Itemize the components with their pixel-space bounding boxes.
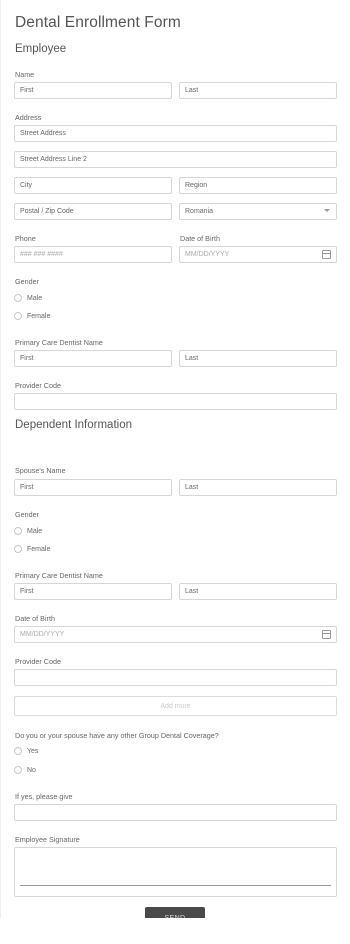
postal-code-input[interactable]: Postal / Zip Code	[14, 203, 172, 220]
radio-button[interactable]	[14, 766, 22, 774]
coverage-option-no[interactable]: No	[14, 765, 36, 775]
employee-dob-input[interactable]: MM/DD/YYYY	[179, 246, 337, 263]
street-address-input[interactable]: Street Address	[14, 125, 337, 142]
country-select-value: Romania	[185, 208, 214, 215]
coverage-option-yes[interactable]: Yes	[14, 746, 38, 756]
bottom-cutoff	[0, 918, 350, 944]
gender-option-female[interactable]: Female	[14, 311, 50, 321]
dependent-gender-label: Gender	[15, 510, 39, 519]
radio-button[interactable]	[14, 294, 22, 302]
page-title: Dental Enrollment Form	[15, 14, 181, 31]
dob-label: Date of Birth	[180, 234, 220, 243]
spouse-last-name-input[interactable]: Last	[179, 479, 337, 496]
dependent-gender-option-female[interactable]: Female	[14, 544, 50, 554]
left-border	[0, 0, 1, 944]
dependent-section-heading: Dependent Information	[15, 419, 132, 431]
dependent-dob-input[interactable]: MM/DD/YYYY	[14, 626, 337, 643]
dentist-name-label: Primary Care Dentist Name	[15, 338, 103, 347]
address-label: Address	[15, 113, 42, 122]
gender-option-male[interactable]: Male	[14, 293, 42, 303]
spouse-first-name-input[interactable]: First	[14, 479, 172, 496]
dependent-provider-code-input[interactable]	[14, 669, 337, 686]
dob-placeholder: MM/DD/YYYY	[185, 251, 230, 258]
radio-button[interactable]	[14, 545, 22, 553]
dependent-dob-placeholder: MM/DD/YYYY	[20, 631, 65, 638]
provider-code-label: Provider Code	[15, 381, 61, 390]
if-yes-input[interactable]	[14, 804, 337, 821]
phone-label: Phone	[15, 234, 36, 243]
dependent-gender-option-male[interactable]: Male	[14, 526, 42, 536]
provider-code-input[interactable]	[14, 393, 337, 410]
employee-section-heading: Employee	[15, 43, 67, 55]
employee-last-name-input[interactable]: Last	[179, 82, 337, 99]
dependent-dentist-label: Primary Care Dentist Name	[15, 571, 103, 580]
city-input[interactable]: City	[14, 177, 172, 194]
calendar-icon[interactable]	[322, 250, 331, 259]
if-yes-label: If yes, please give	[15, 792, 73, 801]
gender-label: Gender	[15, 277, 39, 286]
spouse-name-label: Spouse's Name	[15, 466, 66, 475]
coverage-question-label: Do you or your spouse have any other Gro…	[15, 731, 219, 740]
add-more-button[interactable]: Add more	[14, 696, 337, 716]
radio-button[interactable]	[14, 747, 22, 755]
chevron-down-icon	[324, 209, 330, 212]
dental-enrollment-form: Dental Enrollment Form Employee Name Fir…	[0, 0, 350, 944]
dependent-provider-label: Provider Code	[15, 657, 61, 666]
dependent-dentist-last-input[interactable]: Last	[179, 583, 337, 600]
radio-button[interactable]	[14, 527, 22, 535]
calendar-icon[interactable]	[322, 630, 331, 639]
region-input[interactable]: Region	[179, 177, 337, 194]
street-address-line2-input[interactable]: Street Address Line 2	[14, 151, 337, 168]
dentist-last-name-input[interactable]: Last	[179, 350, 337, 367]
name-label: Name	[15, 70, 35, 79]
employee-first-name-input[interactable]: First	[14, 82, 172, 99]
signature-pad[interactable]	[14, 847, 337, 897]
signature-line	[20, 885, 331, 886]
dependent-dob-label: Date of Birth	[15, 614, 55, 623]
radio-button[interactable]	[14, 312, 22, 320]
dentist-first-name-input[interactable]: First	[14, 350, 172, 367]
dependent-dentist-first-input[interactable]: First	[14, 583, 172, 600]
phone-input[interactable]: ### ### ####	[14, 246, 172, 263]
signature-label: Employee Signature	[15, 835, 80, 844]
country-select[interactable]: Romania	[179, 203, 337, 220]
